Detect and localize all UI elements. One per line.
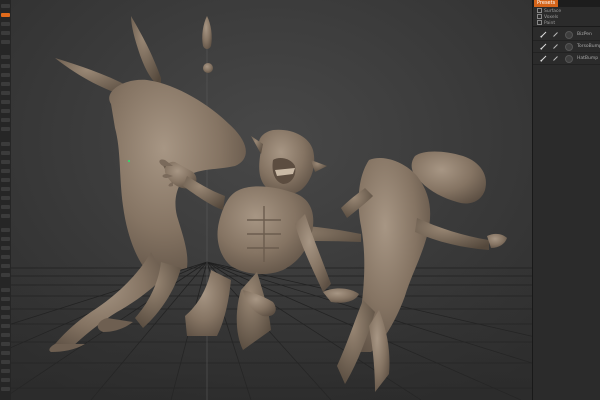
tool-strip-item[interactable] [1, 228, 10, 232]
brush-icon[interactable] [540, 31, 547, 38]
tool-strip-item[interactable] [1, 91, 10, 95]
tool-strip-item[interactable] [1, 64, 10, 68]
tool-strip-item[interactable] [1, 333, 10, 337]
tool-strip-item[interactable] [1, 4, 10, 8]
visibility-toggle-icon[interactable] [565, 55, 573, 63]
layer-name: BizPen [577, 32, 592, 37]
tool-strip-item[interactable] [1, 360, 10, 364]
tool-strip-item[interactable] [1, 55, 10, 59]
layer-name: HatBump [577, 56, 599, 61]
tool-strip-item[interactable] [1, 255, 10, 259]
tool-strip-item[interactable] [1, 160, 10, 164]
tool-strip-item[interactable] [1, 273, 10, 277]
tool-strip-item[interactable] [1, 151, 10, 155]
tool-strip-item[interactable] [1, 118, 10, 122]
tool-strip-item[interactable] [1, 214, 10, 218]
tool-strip-item[interactable] [1, 22, 10, 26]
pen-icon[interactable] [552, 43, 559, 50]
tool-strip-item[interactable] [1, 187, 10, 191]
layer-row-bizpen[interactable]: BizPen [533, 29, 600, 41]
tool-strip-item[interactable] [1, 369, 10, 373]
tool-strip-item[interactable] [1, 196, 10, 200]
checkbox-icon[interactable] [537, 14, 542, 19]
tool-strip-item[interactable] [1, 82, 10, 86]
tool-strip-item[interactable] [1, 315, 10, 319]
tool-strip-item[interactable] [1, 264, 10, 268]
visibility-toggle-icon[interactable] [565, 31, 573, 39]
tool-strip-item[interactable] [1, 169, 10, 173]
pivot-marker [128, 160, 130, 162]
tool-strip-item[interactable] [1, 40, 10, 44]
tool-strip-item[interactable] [1, 324, 10, 328]
layer-row-torsobump[interactable]: TorsoBump [533, 41, 600, 53]
tool-strip-item[interactable] [1, 237, 10, 241]
layer-row-hatbump[interactable]: HatBump [533, 53, 600, 65]
tool-strip-item[interactable] [1, 109, 10, 113]
tool-strip-item[interactable] [1, 297, 10, 301]
tool-strip-item[interactable] [1, 351, 10, 355]
tool-strip-item[interactable] [1, 205, 10, 209]
sculpting-app-window: Presets Surface Voxels Paint BizPen Tors… [0, 0, 600, 400]
right-panel: Presets Surface Voxels Paint BizPen Tors… [532, 0, 600, 400]
layer-name: TorsoBump [577, 44, 600, 49]
gizmo-sphere [203, 63, 213, 73]
checkbox-icon[interactable] [537, 8, 542, 13]
tool-strip-item[interactable] [1, 73, 10, 77]
viewport-scene [11, 0, 532, 400]
brush-icon[interactable] [540, 43, 547, 50]
tool-strip-item[interactable] [1, 378, 10, 382]
tool-strip-item[interactable] [1, 342, 10, 346]
tool-strip-item[interactable] [1, 387, 10, 391]
3d-viewport[interactable] [11, 0, 532, 400]
brush-icon[interactable] [540, 55, 547, 62]
pen-icon[interactable] [552, 31, 559, 38]
visibility-toggle-icon[interactable] [565, 43, 573, 51]
pen-icon[interactable] [552, 55, 559, 62]
tool-strip-item[interactable] [1, 178, 10, 182]
panel-divider [533, 26, 600, 27]
presets-tab[interactable]: Presets [534, 0, 559, 7]
tool-strip-item[interactable] [1, 246, 10, 250]
checkbox-icon[interactable] [537, 20, 542, 25]
tool-strip-item-active[interactable] [1, 13, 10, 17]
tool-strip-item[interactable] [1, 142, 10, 146]
tool-strip-item[interactable] [1, 288, 10, 292]
tool-strip-item[interactable] [1, 306, 10, 310]
tool-strip-item[interactable] [1, 127, 10, 131]
tool-strip-item[interactable] [1, 31, 10, 35]
tool-strip-item[interactable] [1, 100, 10, 104]
